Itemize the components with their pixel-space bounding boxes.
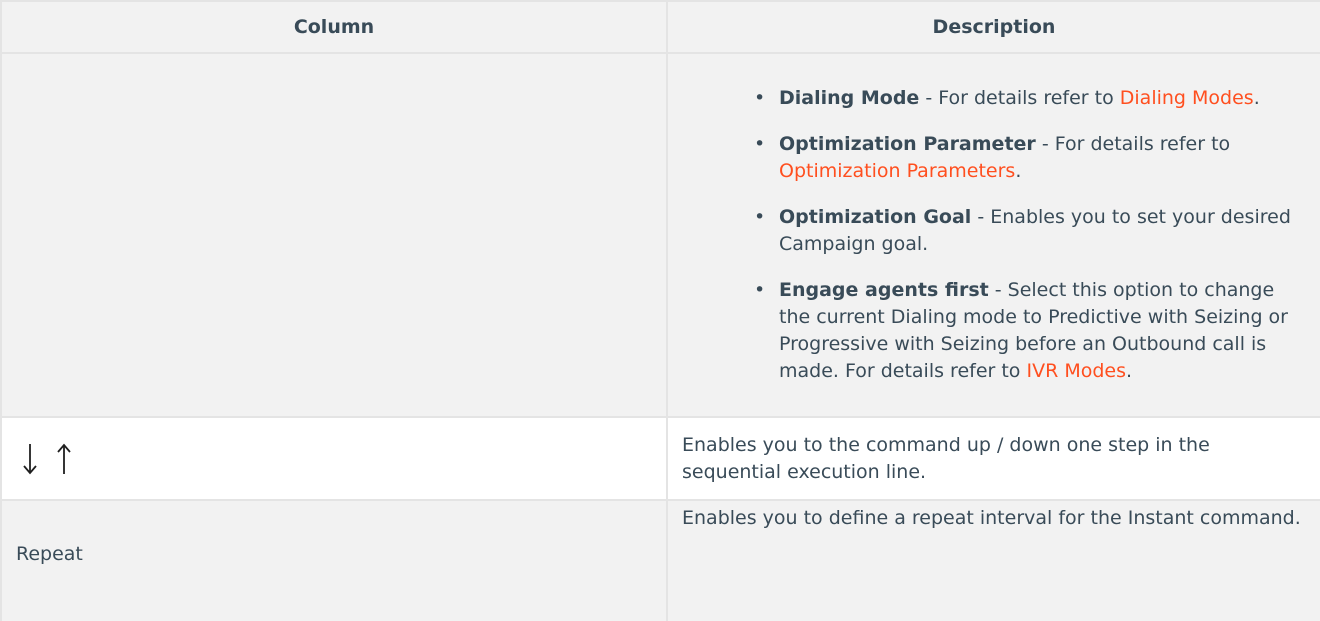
- term-optimization-parameter: Optimization Parameter: [779, 133, 1036, 155]
- description-header: Description: [666, 0, 1320, 54]
- option-list: Dialing Mode - For details refer to Dial…: [682, 85, 1306, 385]
- item-after: .: [1253, 87, 1260, 109]
- term-engage-agents-first: Engage agents first: [779, 279, 989, 301]
- list-item: Dialing Mode - For details refer to Dial…: [754, 85, 1296, 112]
- table-row: Repeat Enables you to define a repeat in…: [0, 499, 1320, 621]
- table-cell-description: Enables you to define a repeat interval …: [666, 499, 1320, 621]
- table-cell-column: Repeat: [0, 499, 668, 621]
- term-optimization-goal: Optimization Goal: [779, 206, 972, 228]
- term-dialing-mode: Dialing Mode: [779, 87, 920, 109]
- ivr-modes-link[interactable]: IVR Modes: [1026, 360, 1126, 382]
- optimization-parameters-link[interactable]: Optimization Parameters: [779, 160, 1015, 182]
- arrow-up-icon: [57, 443, 71, 474]
- table-cell-column: [0, 52, 668, 418]
- table-cell-description: Enables you to the command up / down one…: [666, 416, 1320, 501]
- item-text: - For details refer to: [919, 87, 1120, 109]
- dialing-modes-link[interactable]: Dialing Modes: [1120, 87, 1254, 109]
- table-cell-column: [0, 416, 668, 501]
- move-arrows: [16, 442, 652, 476]
- list-item: Optimization Parameter - For details ref…: [754, 131, 1296, 185]
- item-text: - For details refer to: [1035, 133, 1231, 155]
- list-item: Engage agents first - Select this option…: [754, 277, 1296, 385]
- table-row: Dialing Mode - For details refer to Dial…: [0, 52, 1320, 418]
- item-after: .: [1015, 160, 1022, 182]
- table-row: Enables you to the command up / down one…: [0, 416, 1320, 501]
- arrow-down-icon: [23, 443, 37, 474]
- table-header-row: Column Description: [0, 0, 1320, 54]
- column-header: Column: [0, 0, 668, 54]
- list-item: Optimization Goal - Enables you to set y…: [754, 204, 1296, 258]
- table-cell-description: Dialing Mode - For details refer to Dial…: [666, 52, 1320, 418]
- item-after: .: [1126, 360, 1133, 382]
- options-table: Column Description Dialing Mode - For de…: [0, 0, 1320, 621]
